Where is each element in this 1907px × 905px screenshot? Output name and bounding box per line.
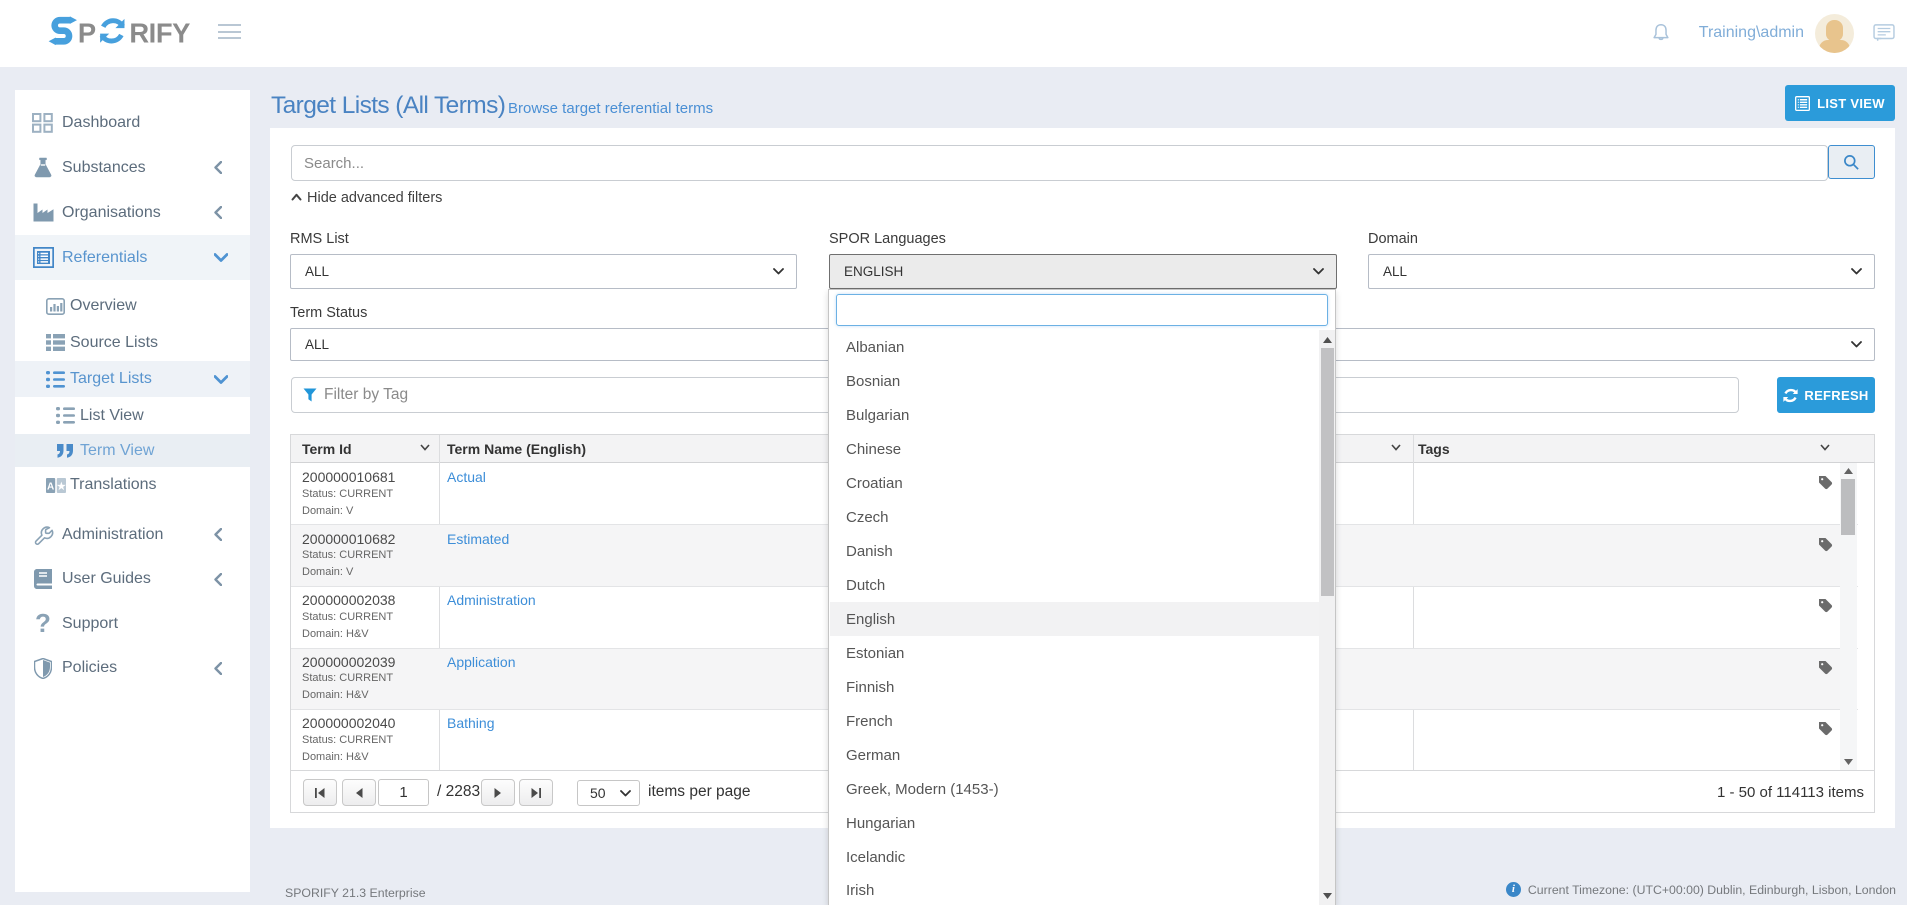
svg-text:RIFY: RIFY [129, 17, 190, 48]
svg-text:A: A [47, 481, 54, 492]
svg-text:★: ★ [57, 481, 66, 492]
svg-text:P: P [78, 17, 96, 48]
